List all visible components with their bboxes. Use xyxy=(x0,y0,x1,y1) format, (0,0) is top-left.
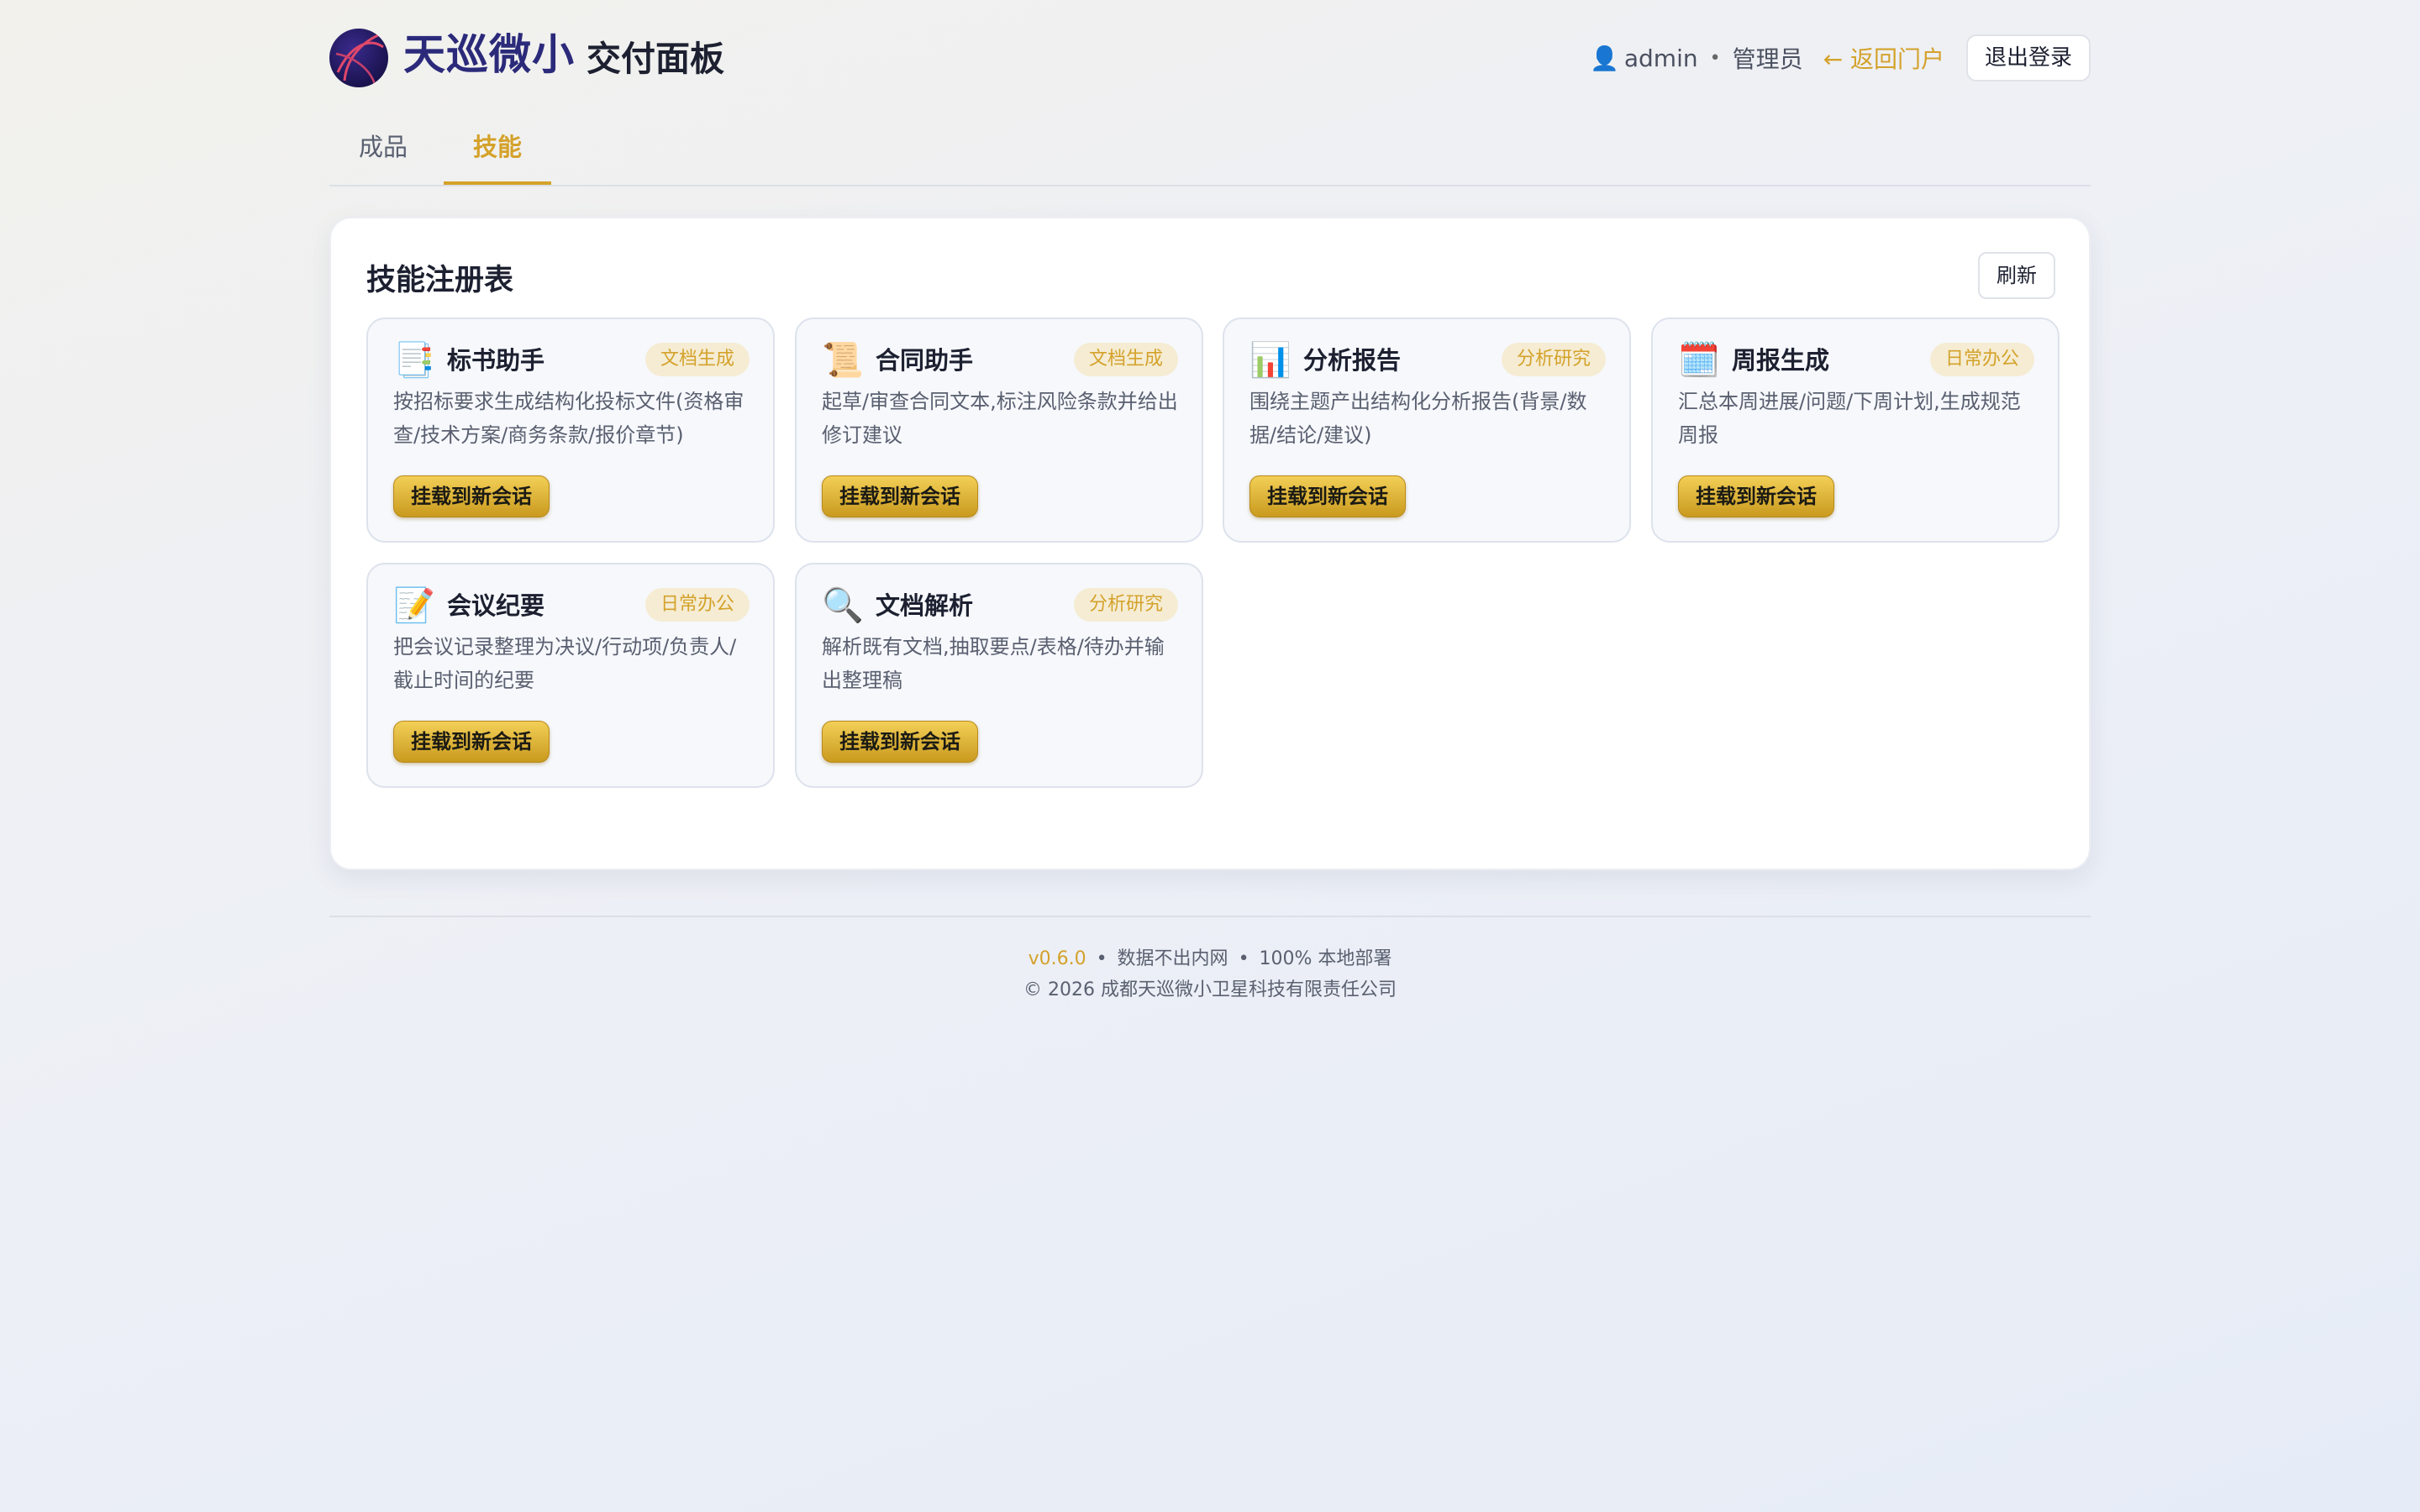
username: admin xyxy=(1623,44,1698,72)
refresh-button[interactable]: 刷新 xyxy=(1978,252,2055,299)
category-badge: 分析研究 xyxy=(1073,588,1178,622)
skill-card: 🗓️ 周报生成 日常办公 汇总本周进展/问题/下周计划,生成规范周报 挂载到新会… xyxy=(1651,318,2060,543)
brand-name: 天巡微小 xyxy=(403,30,575,79)
skill-registry-panel: 技能注册表 刷新 📑 标书助手 文档生成 按招标要求生成结构化投标文件(资格审查… xyxy=(329,217,2091,870)
separator-dot: • xyxy=(1709,47,1721,69)
tab-bar: 成品 技能 xyxy=(329,119,2091,186)
panel-title: 技能注册表 xyxy=(366,264,514,297)
user-icon: 👤 xyxy=(1590,44,1619,72)
skill-title: 会议纪要 xyxy=(447,591,545,620)
mount-to-new-session-button[interactable]: 挂载到新会话 xyxy=(393,475,550,517)
header: 天巡微小 交付面板 👤 admin • 管理员 ← 返回门户 退出登录 xyxy=(329,25,2091,94)
mount-to-new-session-button[interactable]: 挂载到新会话 xyxy=(1249,475,1406,517)
calendar-icon: 🗓️ xyxy=(1678,341,1720,380)
page-title: 交付面板 xyxy=(587,39,724,79)
skill-card: 📝 会议纪要 日常办公 把会议记录整理为决议/行动项/负责人/截止时间的纪要 挂… xyxy=(366,563,775,788)
tab-skills[interactable]: 技能 xyxy=(444,119,551,185)
skill-description: 起草/审查合同文本,标注风险条款并给出修订建议 xyxy=(822,390,1178,447)
mount-to-new-session-button[interactable]: 挂载到新会话 xyxy=(822,721,978,763)
magnifier-icon: 🔍 xyxy=(822,586,864,625)
skill-description: 汇总本周进展/问题/下周计划,生成规范周报 xyxy=(1678,390,2021,447)
category-badge: 分析研究 xyxy=(1501,343,1606,376)
skill-description: 解析既有文档,抽取要点/表格/待办并输出整理稿 xyxy=(822,635,1165,692)
footer-divider xyxy=(329,916,2091,917)
separator-dot: • xyxy=(1096,948,1107,969)
logo-icon xyxy=(329,29,388,87)
footer-note-intranet: 数据不出内网 xyxy=(1117,948,1228,969)
footer-note-local: 100% 本地部署 xyxy=(1259,948,1392,969)
skill-card: 📜 合同助手 文档生成 起草/审查合同文本,标注风险条款并给出修订建议 挂载到新… xyxy=(795,318,1203,543)
skill-description: 围绕主题产出结构化分析报告(背景/数据/结论/建议) xyxy=(1249,390,1587,447)
user-role: 管理员 xyxy=(1732,45,1803,73)
skill-card: 🔍 文档解析 分析研究 解析既有文档,抽取要点/表格/待办并输出整理稿 挂载到新… xyxy=(795,563,1203,788)
scroll-icon: 📜 xyxy=(822,341,864,380)
version-label: v0.6.0 xyxy=(1028,948,1086,969)
skill-title: 周报生成 xyxy=(1732,346,1830,375)
category-badge: 日常办公 xyxy=(644,588,750,622)
skill-title: 分析报告 xyxy=(1303,346,1402,375)
bar-chart-icon: 📊 xyxy=(1249,341,1292,380)
mount-to-new-session-button[interactable]: 挂载到新会话 xyxy=(393,721,550,763)
category-badge: 文档生成 xyxy=(644,343,750,376)
mount-to-new-session-button[interactable]: 挂载到新会话 xyxy=(1678,475,1834,517)
category-badge: 日常办公 xyxy=(1929,343,2034,376)
footer-info: v0.6.0 • 数据不出内网 • 100% 本地部署 xyxy=(329,942,2091,976)
skill-description: 按招标要求生成结构化投标文件(资格审查/技术方案/商务条款/报价章节) xyxy=(393,390,744,447)
separator-dot: • xyxy=(1238,948,1249,969)
logout-button[interactable]: 退出登录 xyxy=(1965,34,2091,81)
skill-title: 文档解析 xyxy=(876,591,974,620)
copyright: © 2026 成都天巡微小卫星科技有限责任公司 xyxy=(1023,979,1397,1000)
memo-icon: 📝 xyxy=(393,586,435,625)
skill-card: 📊 分析报告 分析研究 围绕主题产出结构化分析报告(背景/数据/结论/建议) 挂… xyxy=(1223,318,1631,543)
user-area: 👤 admin • 管理员 ← 返回门户 退出登录 xyxy=(1590,34,2091,81)
skill-card: 📑 标书助手 文档生成 按招标要求生成结构化投标文件(资格审查/技术方案/商务条… xyxy=(366,318,775,543)
skill-description: 把会议记录整理为决议/行动项/负责人/截止时间的纪要 xyxy=(393,635,737,692)
category-badge: 文档生成 xyxy=(1073,343,1178,376)
skill-title: 标书助手 xyxy=(447,346,545,375)
bookmark-tabs-icon: 📑 xyxy=(393,341,435,380)
mount-to-new-session-button[interactable]: 挂载到新会话 xyxy=(822,475,978,517)
skill-title: 合同助手 xyxy=(876,346,974,375)
tab-products[interactable]: 成品 xyxy=(329,119,437,185)
back-to-portal-link[interactable]: ← 返回门户 xyxy=(1823,41,1944,75)
